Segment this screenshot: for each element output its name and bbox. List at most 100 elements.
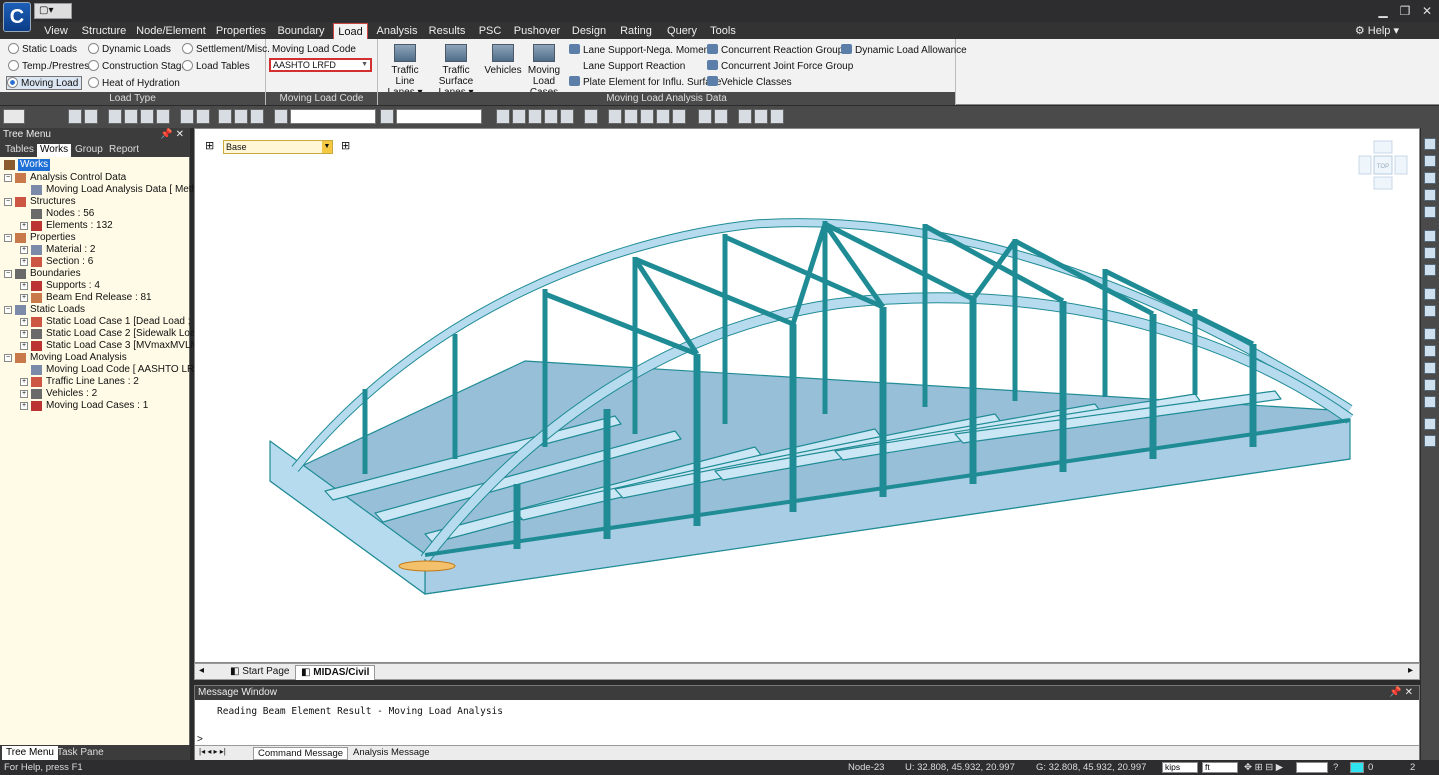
help-menu[interactable]: ⚙ Help ▾ xyxy=(1355,23,1399,39)
toolbar-shrink-icon[interactable] xyxy=(584,109,598,124)
restore-button[interactable]: ❐ xyxy=(1394,3,1416,19)
toolbar-view4-icon[interactable] xyxy=(656,109,670,124)
toolbar-rotate-icon[interactable] xyxy=(140,109,154,124)
tab-structure[interactable]: Structure xyxy=(80,23,128,39)
tab-boundary[interactable]: Boundary xyxy=(276,23,326,39)
toolbar-undo-icon[interactable] xyxy=(218,109,232,124)
tab-tables[interactable]: Tables xyxy=(2,144,37,157)
concurrent-reaction-group-button[interactable]: Concurrent Reaction Group xyxy=(707,44,843,58)
right-zoom-fit-icon[interactable] xyxy=(1424,155,1436,167)
collapse-icon[interactable]: − xyxy=(4,306,12,314)
right-zoom-window-icon[interactable] xyxy=(1424,138,1436,150)
tab-tree-menu[interactable]: Tree Menu xyxy=(2,746,58,760)
traffic-surface-lanes-button[interactable]: Traffic SurfaceLanes ▾ xyxy=(428,44,484,98)
right-display-icon[interactable] xyxy=(1424,288,1436,300)
scroll-left-icon[interactable]: ◂ xyxy=(199,665,204,676)
tab-design[interactable]: Design xyxy=(570,23,608,39)
tab-query[interactable]: Query xyxy=(664,23,700,39)
collapse-icon[interactable]: − xyxy=(4,234,12,242)
toolbar-filter-combo[interactable] xyxy=(396,109,482,124)
model-viewport[interactable]: ⊞ Base ▼ ⊞ TOP xyxy=(194,128,1420,663)
tab-analysis-message[interactable]: Analysis Message xyxy=(349,747,434,760)
right-view2-icon[interactable] xyxy=(1424,345,1436,357)
expand-icon[interactable]: + xyxy=(20,282,28,290)
toolbar-next-icon[interactable] xyxy=(544,109,558,124)
tab-tools[interactable]: Tools xyxy=(706,23,740,39)
quick-access-toolbar[interactable]: ▢▾ xyxy=(34,3,72,19)
expand-icon[interactable]: + xyxy=(20,402,28,410)
right-named-view-icon[interactable] xyxy=(1424,418,1436,430)
tab-pushover[interactable]: Pushover xyxy=(512,23,562,39)
radio-temp-prestress[interactable]: Temp./Prestress xyxy=(8,60,94,74)
pin-close-icon[interactable]: 📌 ✕ xyxy=(1389,686,1413,700)
right-zoom-out-icon[interactable] xyxy=(1424,189,1436,201)
toolbar-pan-icon[interactable] xyxy=(124,109,138,124)
force-unit-select[interactable]: kips xyxy=(1162,762,1198,773)
lane-support-nega-moment-button[interactable]: Lane Support-Nega. Moment xyxy=(569,44,712,58)
expand-icon[interactable]: + xyxy=(20,222,28,230)
radio-dynamic-loads[interactable]: Dynamic Loads xyxy=(88,43,171,57)
collapse-icon[interactable]: − xyxy=(4,270,12,278)
toolbar-view2-icon[interactable] xyxy=(624,109,638,124)
tab-view[interactable]: View xyxy=(40,23,72,39)
tab-node-element[interactable]: Node/Element xyxy=(136,23,206,39)
toolbar-view1-icon[interactable] xyxy=(608,109,622,124)
toolbar-grid-icon[interactable] xyxy=(738,109,752,124)
toolbar-element-number-icon[interactable] xyxy=(714,109,728,124)
right-view3-icon[interactable] xyxy=(1424,362,1436,374)
expand-icon[interactable]: + xyxy=(20,246,28,254)
radio-static-loads[interactable]: Static Loads xyxy=(8,43,77,57)
tab-start-page[interactable]: ◧ Start Page xyxy=(225,665,295,680)
moving-load-code-select[interactable]: AASHTO LRFD ▼ xyxy=(269,58,372,72)
status-help-icon[interactable]: ? xyxy=(1333,760,1338,775)
right-capture-icon[interactable] xyxy=(1424,435,1436,447)
toolbar-select-icon[interactable] xyxy=(68,109,82,124)
toolbar-zoom-icon[interactable] xyxy=(108,109,122,124)
pin-close-icon[interactable]: 📌 ✕ xyxy=(160,128,184,142)
toolbar-window-icon[interactable] xyxy=(84,109,98,124)
toolbar-element-icon[interactable] xyxy=(512,109,526,124)
toolbar-redo-icon[interactable] xyxy=(234,109,248,124)
tab-works[interactable]: Works xyxy=(37,144,72,157)
tab-command-message[interactable]: Command Message xyxy=(253,747,349,760)
length-unit-select[interactable]: ft xyxy=(1202,762,1238,773)
tab-rating[interactable]: Rating xyxy=(616,23,656,39)
tab-results[interactable]: Results xyxy=(426,23,468,39)
radio-moving-load[interactable]: Moving Load xyxy=(6,76,83,90)
radio-load-tables[interactable]: Load Tables xyxy=(182,60,250,74)
right-pan-icon[interactable] xyxy=(1424,264,1436,276)
collapse-icon[interactable]: − xyxy=(4,198,12,206)
status-step-select[interactable] xyxy=(1296,762,1328,773)
nav-arrows-icon[interactable]: |◂ ◂ ▸ ▸| xyxy=(199,747,226,756)
collapse-icon[interactable]: − xyxy=(4,174,12,182)
toolbar-model-icon[interactable] xyxy=(560,109,574,124)
toolbar-selection-combo[interactable] xyxy=(290,109,376,124)
moving-load-cases-button[interactable]: MovingLoad Cases xyxy=(522,44,566,98)
tab-group[interactable]: Group xyxy=(72,144,106,157)
toolbar-iso-icon[interactable] xyxy=(196,109,210,124)
expand-icon[interactable]: + xyxy=(20,330,28,338)
tab-midas-civil[interactable]: ◧ MIDAS/Civil xyxy=(295,665,376,680)
app-logo[interactable]: C xyxy=(3,2,31,32)
radio-construction-stage[interactable]: Construction Stage xyxy=(88,60,187,74)
command-prompt[interactable]: > xyxy=(197,734,203,745)
right-zoom-all-icon[interactable] xyxy=(1424,206,1436,218)
tab-task-pane[interactable]: Task Pane xyxy=(53,746,108,760)
toolbar-handle[interactable] xyxy=(3,109,25,124)
collapse-icon[interactable]: − xyxy=(4,354,12,362)
right-dynamic-icon[interactable] xyxy=(1424,247,1436,259)
expand-icon[interactable]: + xyxy=(20,294,28,302)
expand-icon[interactable]: + xyxy=(20,390,28,398)
radio-heat-of-hydration[interactable]: Heat of Hydration xyxy=(88,77,180,91)
toolbar-node-number-icon[interactable] xyxy=(698,109,712,124)
toolbar-hide-icon[interactable] xyxy=(770,109,784,124)
plate-element-influ-surface-button[interactable]: Plate Element for Influ. Surface xyxy=(569,76,721,90)
toolbar-pointer-icon[interactable] xyxy=(274,109,288,124)
dynamic-load-allowance-button[interactable]: Dynamic Load Allowance xyxy=(841,44,967,58)
status-tools-icon[interactable]: ✥ ⊞ ⊟ ▶ xyxy=(1244,760,1283,775)
right-rotate-icon[interactable] xyxy=(1424,230,1436,242)
toolbar-view5-icon[interactable] xyxy=(672,109,686,124)
lane-support-reaction-button[interactable]: Lane Support Reaction xyxy=(569,60,685,74)
expand-icon[interactable]: + xyxy=(20,318,28,326)
toolbar-lock-icon[interactable] xyxy=(754,109,768,124)
